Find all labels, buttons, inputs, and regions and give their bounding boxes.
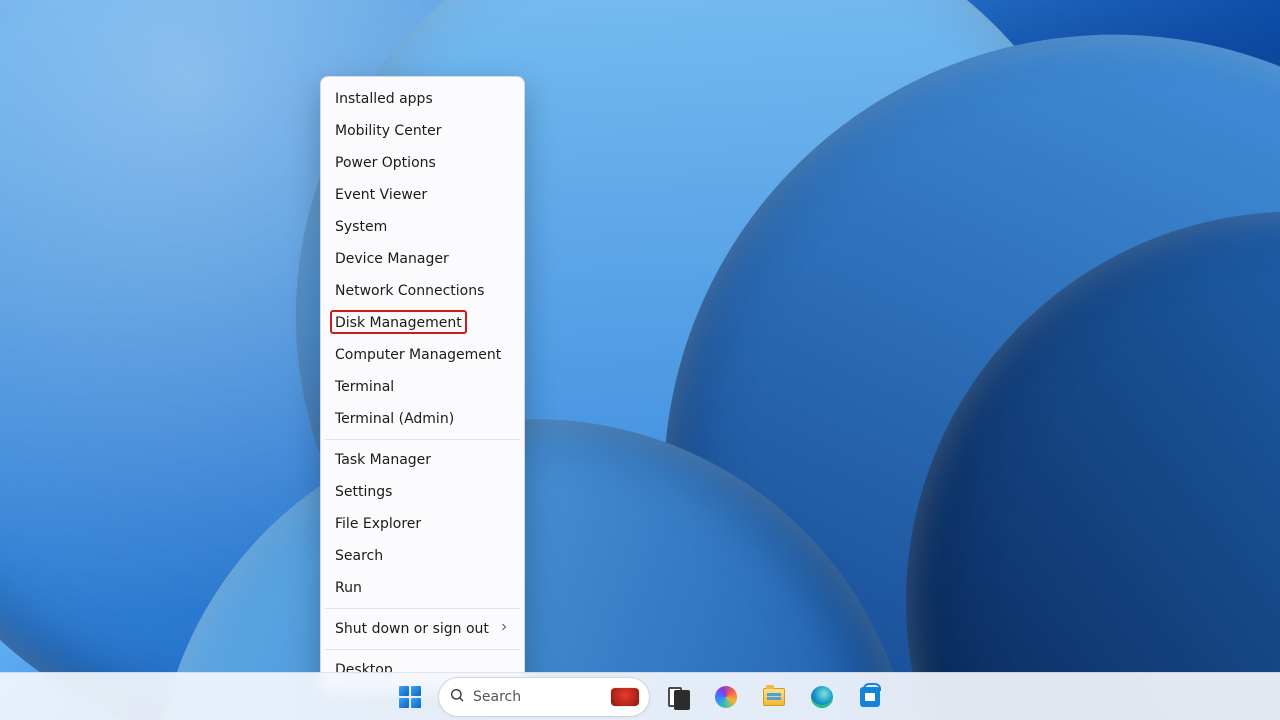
copilot-icon bbox=[715, 686, 737, 708]
winx-item-shut-down-or-sign-out[interactable]: Shut down or sign out bbox=[321, 613, 524, 645]
search-icon bbox=[449, 687, 465, 707]
menu-item-label: Device Manager bbox=[335, 251, 449, 267]
taskbar: Search bbox=[0, 672, 1280, 720]
winx-item-event-viewer[interactable]: Event Viewer bbox=[321, 179, 524, 211]
search-highlight-icon bbox=[611, 688, 639, 706]
menu-item-label: System bbox=[335, 219, 387, 235]
winx-item-settings[interactable]: Settings bbox=[321, 476, 524, 508]
microsoft-store-icon bbox=[860, 687, 880, 707]
taskbar-search[interactable]: Search bbox=[438, 677, 650, 717]
menu-item-label: Event Viewer bbox=[335, 187, 427, 203]
winx-item-system[interactable]: System bbox=[321, 211, 524, 243]
winx-item-mobility-center[interactable]: Mobility Center bbox=[321, 115, 524, 147]
copilot-button[interactable] bbox=[706, 677, 746, 717]
store-button[interactable] bbox=[850, 677, 890, 717]
desktop-wallpaper bbox=[0, 0, 1280, 720]
file-explorer-button[interactable] bbox=[754, 677, 794, 717]
winx-item-installed-apps[interactable]: Installed apps bbox=[321, 83, 524, 115]
task-view-icon bbox=[668, 687, 688, 707]
menu-item-label: Network Connections bbox=[335, 283, 484, 299]
menu-item-label: Task Manager bbox=[335, 452, 431, 468]
task-view-button[interactable] bbox=[658, 677, 698, 717]
menu-item-label: Computer Management bbox=[335, 347, 501, 363]
winx-item-terminal[interactable]: Terminal bbox=[321, 371, 524, 403]
start-button[interactable] bbox=[390, 677, 430, 717]
winx-menu: Installed apps Mobility Center Power Optio… bbox=[320, 76, 525, 693]
winx-item-terminal-admin[interactable]: Terminal (Admin) bbox=[321, 403, 524, 435]
edge-button[interactable] bbox=[802, 677, 842, 717]
menu-item-label: Shut down or sign out bbox=[335, 621, 489, 637]
menu-item-label: Run bbox=[335, 580, 362, 596]
windows-logo-icon bbox=[399, 686, 421, 708]
menu-separator bbox=[325, 439, 520, 440]
winx-item-run[interactable]: Run bbox=[321, 572, 524, 604]
winx-item-computer-management[interactable]: Computer Management bbox=[321, 339, 524, 371]
menu-separator bbox=[325, 649, 520, 650]
menu-item-label: File Explorer bbox=[335, 516, 421, 532]
menu-item-label: Mobility Center bbox=[335, 123, 442, 139]
winx-item-network-connections[interactable]: Network Connections bbox=[321, 275, 524, 307]
menu-item-label: Settings bbox=[335, 484, 392, 500]
chevron-right-icon bbox=[498, 621, 510, 637]
edge-icon bbox=[811, 686, 833, 708]
file-explorer-icon bbox=[763, 688, 785, 706]
menu-item-label: Search bbox=[335, 548, 383, 564]
menu-item-label: Terminal bbox=[335, 379, 394, 395]
menu-item-label: Installed apps bbox=[335, 91, 433, 107]
menu-item-label: Power Options bbox=[335, 155, 436, 171]
menu-item-label: Terminal (Admin) bbox=[335, 411, 454, 427]
winx-item-search[interactable]: Search bbox=[321, 540, 524, 572]
search-placeholder: Search bbox=[473, 689, 603, 705]
winx-item-task-manager[interactable]: Task Manager bbox=[321, 444, 524, 476]
menu-separator bbox=[325, 608, 520, 609]
winx-item-file-explorer[interactable]: File Explorer bbox=[321, 508, 524, 540]
winx-item-power-options[interactable]: Power Options bbox=[321, 147, 524, 179]
winx-item-disk-management[interactable]: Disk Management bbox=[321, 307, 524, 339]
winx-item-device-manager[interactable]: Device Manager bbox=[321, 243, 524, 275]
menu-item-label: Disk Management bbox=[335, 315, 462, 331]
